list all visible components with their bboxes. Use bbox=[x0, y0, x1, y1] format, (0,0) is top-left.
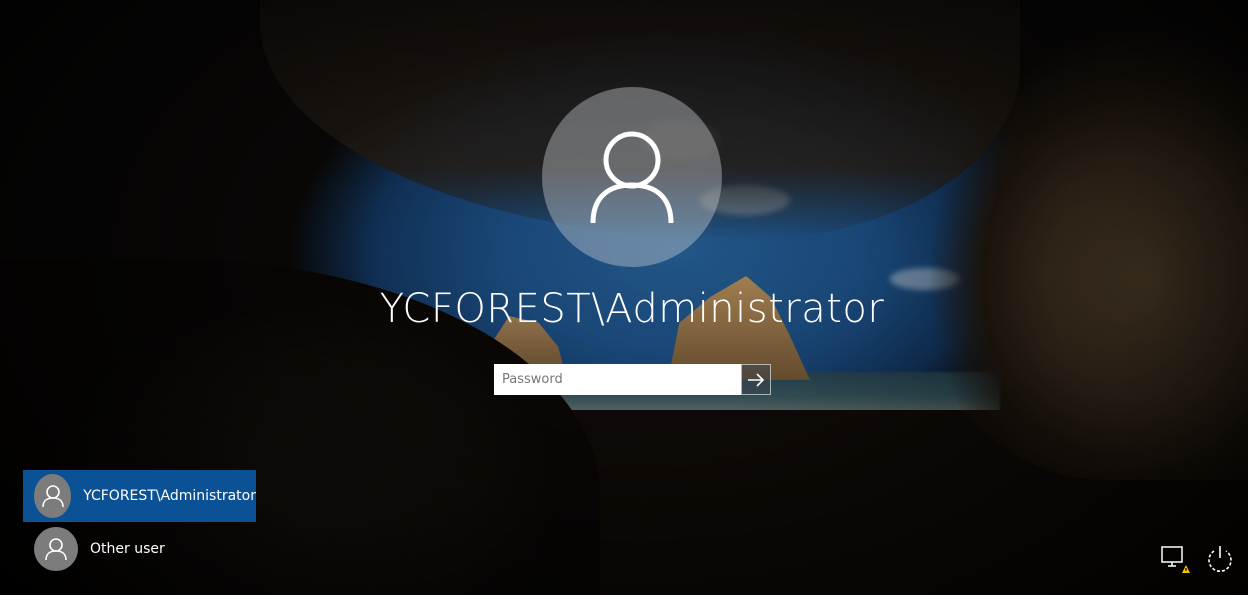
power-icon bbox=[1208, 546, 1232, 572]
user-tile-label: YCFOREST\Administrator bbox=[83, 488, 256, 504]
username-label: YCFOREST\Administrator bbox=[379, 286, 885, 332]
user-tile-label: Other user bbox=[90, 541, 165, 557]
password-input[interactable] bbox=[494, 364, 741, 395]
user-tile-administrator[interactable]: YCFOREST\Administrator bbox=[23, 470, 256, 522]
submit-button[interactable] bbox=[741, 364, 771, 395]
system-tray bbox=[1160, 543, 1236, 575]
arrow-right-icon bbox=[748, 372, 765, 387]
user-avatar-small bbox=[34, 474, 72, 518]
user-avatar-icon bbox=[45, 538, 67, 561]
user-list: YCFOREST\Administrator Other user bbox=[23, 470, 256, 576]
password-box bbox=[494, 364, 771, 395]
user-avatar-icon bbox=[41, 485, 64, 508]
network-warning-icon bbox=[1161, 546, 1190, 573]
user-avatar-icon bbox=[590, 131, 674, 224]
user-tile-other-user[interactable]: Other user bbox=[23, 523, 256, 575]
user-avatar bbox=[542, 87, 722, 267]
network-button[interactable] bbox=[1160, 543, 1192, 575]
user-avatar-small bbox=[34, 527, 78, 571]
power-button[interactable] bbox=[1204, 543, 1236, 575]
